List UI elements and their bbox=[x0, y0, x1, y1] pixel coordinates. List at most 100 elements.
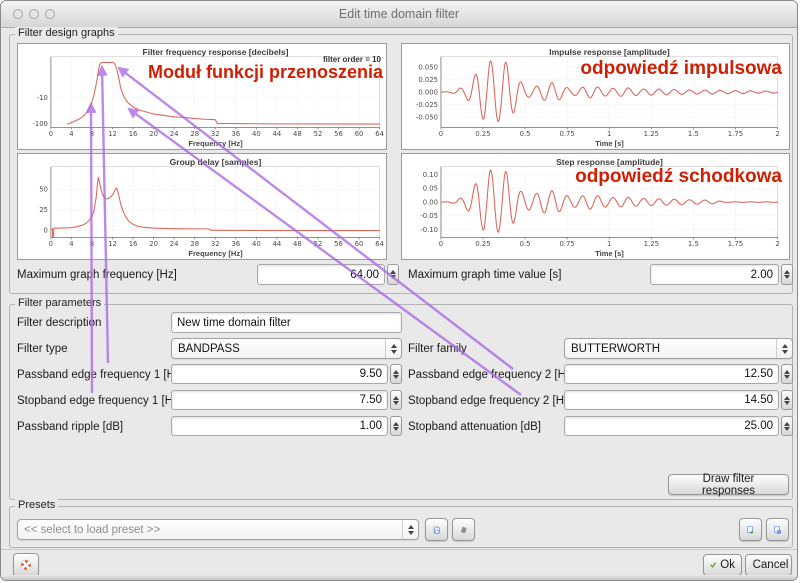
svg-text:52: 52 bbox=[314, 240, 323, 248]
filter-type-value: BANDPASS bbox=[172, 343, 385, 355]
passband1-stepper[interactable] bbox=[390, 364, 402, 384]
group-label: Filter design graphs bbox=[15, 27, 118, 39]
passband-ripple-input[interactable] bbox=[171, 416, 388, 436]
svg-text:4: 4 bbox=[69, 130, 73, 138]
svg-text:0.5: 0.5 bbox=[520, 130, 531, 138]
svg-text:1: 1 bbox=[607, 130, 611, 138]
svg-text:64: 64 bbox=[375, 240, 384, 248]
passband1-label: Passband edge frequency 1 [Hz] bbox=[17, 365, 184, 385]
passband2-stepper[interactable] bbox=[781, 364, 793, 384]
stopband2-input[interactable] bbox=[564, 390, 779, 410]
chevron-updown-icon bbox=[385, 339, 401, 358]
max-graph-time-label: Maximum graph time value [s] bbox=[408, 265, 561, 285]
max-graph-frequency-input[interactable] bbox=[257, 264, 385, 285]
cancel-button[interactable]: Cancel bbox=[745, 554, 792, 576]
passband1-input[interactable] bbox=[171, 364, 388, 384]
svg-text:40: 40 bbox=[252, 130, 261, 138]
passband-ripple-label: Passband ripple [dB] bbox=[17, 417, 123, 437]
passband2-label: Passband edge frequency 2 [Hz] bbox=[408, 365, 575, 385]
plot-title: Group delay [samples] bbox=[49, 157, 382, 167]
group-label: Presets bbox=[15, 499, 58, 511]
svg-text:25: 25 bbox=[39, 206, 48, 214]
annotation-step: odpowiedź schodkowa bbox=[575, 166, 782, 188]
max-graph-time-stepper[interactable] bbox=[781, 264, 793, 285]
svg-text:-100: -100 bbox=[32, 120, 48, 128]
preset-placeholder: << select to load preset >> bbox=[18, 524, 402, 536]
x-axis-label: Time [s] bbox=[439, 139, 780, 148]
svg-text:8: 8 bbox=[90, 130, 94, 138]
filter-family-value: BUTTERWORTH bbox=[565, 343, 776, 355]
svg-text:56: 56 bbox=[334, 130, 343, 138]
svg-text:28: 28 bbox=[190, 130, 199, 138]
svg-text:64: 64 bbox=[375, 130, 384, 138]
svg-text:0.000: 0.000 bbox=[418, 88, 438, 96]
svg-text:0.5: 0.5 bbox=[520, 240, 531, 248]
svg-text:0: 0 bbox=[439, 130, 443, 138]
svg-text:20: 20 bbox=[149, 240, 158, 248]
save-preset-icon bbox=[432, 522, 441, 538]
save-preset-file-icon bbox=[773, 522, 782, 538]
max-graph-frequency-stepper[interactable] bbox=[387, 264, 399, 285]
svg-text:1.75: 1.75 bbox=[728, 130, 743, 138]
svg-text:0.75: 0.75 bbox=[560, 130, 575, 138]
plot-title: Impulse response [amplitude] bbox=[439, 47, 780, 57]
edit-time-domain-filter-dialog: Edit time domain filter Filter design gr… bbox=[0, 0, 798, 581]
svg-text:-10: -10 bbox=[37, 94, 48, 102]
svg-text:2: 2 bbox=[775, 240, 779, 248]
svg-text:-0.05: -0.05 bbox=[420, 212, 438, 220]
svg-text:16: 16 bbox=[129, 130, 138, 138]
svg-text:1.75: 1.75 bbox=[728, 240, 743, 248]
cancel-label: Cancel bbox=[753, 559, 789, 571]
ok-button[interactable]: Ok bbox=[703, 554, 742, 576]
stopband-attenuation-input[interactable] bbox=[564, 416, 779, 436]
save-preset-to-file-button[interactable] bbox=[766, 518, 789, 541]
svg-text:48: 48 bbox=[293, 130, 302, 138]
svg-text:24: 24 bbox=[170, 240, 179, 248]
svg-text:0: 0 bbox=[49, 240, 53, 248]
load-preset-from-file-button[interactable] bbox=[739, 518, 762, 541]
passband-ripple-stepper[interactable] bbox=[390, 416, 402, 436]
svg-text:40: 40 bbox=[252, 240, 261, 248]
svg-text:1.25: 1.25 bbox=[644, 130, 659, 138]
max-graph-time-input[interactable] bbox=[650, 264, 779, 285]
stopband1-input[interactable] bbox=[171, 390, 388, 410]
svg-text:1.5: 1.5 bbox=[688, 240, 699, 248]
delete-preset-button[interactable] bbox=[452, 518, 475, 541]
svg-text:4: 4 bbox=[69, 240, 73, 248]
delete-preset-icon bbox=[459, 522, 468, 538]
group-label: Filter parameters bbox=[15, 297, 104, 309]
stopband-attenuation-stepper[interactable] bbox=[781, 416, 793, 436]
group-delay-curve: 048121620242832364044485256606450250 bbox=[18, 154, 386, 259]
svg-text:24: 24 bbox=[170, 130, 179, 138]
group-delay-plot: Group delay [samples] 048121620242832364… bbox=[17, 153, 387, 260]
svg-text:12: 12 bbox=[108, 130, 117, 138]
svg-text:0.10: 0.10 bbox=[423, 171, 438, 179]
svg-text:1: 1 bbox=[607, 240, 611, 248]
save-preset-button[interactable] bbox=[425, 518, 448, 541]
draw-filter-responses-button[interactable]: Draw filter responses bbox=[668, 474, 789, 495]
svg-text:32: 32 bbox=[211, 130, 220, 138]
stopband1-stepper[interactable] bbox=[390, 390, 402, 410]
stopband2-label: Stopband edge frequency 2 [Hz] bbox=[408, 391, 573, 411]
filter-description-input[interactable] bbox=[171, 312, 402, 333]
ok-check-icon bbox=[710, 559, 716, 571]
svg-text:0.75: 0.75 bbox=[560, 240, 575, 248]
filter-type-label: Filter type bbox=[17, 339, 68, 359]
window-title: Edit time domain filter bbox=[1, 7, 797, 21]
passband2-input[interactable] bbox=[564, 364, 779, 384]
svg-text:44: 44 bbox=[273, 130, 282, 138]
svg-text:0.00: 0.00 bbox=[423, 198, 438, 206]
preset-select[interactable]: << select to load preset >> bbox=[17, 519, 419, 540]
stopband-attenuation-label: Stopband attenuation [dB] bbox=[408, 417, 541, 437]
svg-text:28: 28 bbox=[190, 240, 199, 248]
filter-family-select[interactable]: BUTTERWORTH bbox=[564, 338, 793, 359]
title-bar: Edit time domain filter bbox=[1, 1, 797, 28]
load-preset-file-icon bbox=[746, 522, 755, 538]
stopband2-stepper[interactable] bbox=[781, 390, 793, 410]
svg-text:8: 8 bbox=[90, 240, 94, 248]
svg-text:0.25: 0.25 bbox=[475, 130, 490, 138]
freq-response-plot: Filter frequency response [decibels] fil… bbox=[17, 43, 387, 150]
svg-text:60: 60 bbox=[355, 240, 364, 248]
filter-type-select[interactable]: BANDPASS bbox=[171, 338, 402, 359]
help-button[interactable] bbox=[13, 553, 39, 577]
